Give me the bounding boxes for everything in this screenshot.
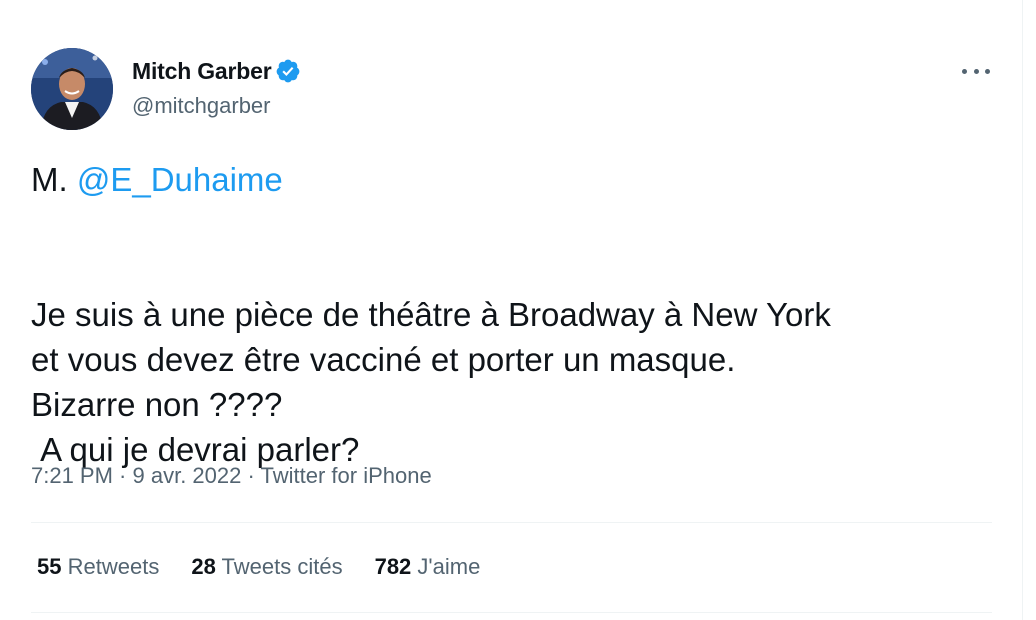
quote-tweets-label: Tweets cités [221,554,343,579]
quote-tweets-stat[interactable]: 28 Tweets cités [191,554,342,580]
mention-link[interactable]: @E_Duhaime [77,161,283,198]
retweets-count: 55 [37,554,62,579]
tweet-source[interactable]: Twitter for iPhone [261,463,432,488]
dot [985,68,990,74]
dot [973,68,979,74]
dot [962,68,967,74]
display-name[interactable]: Mitch Garber [132,58,272,85]
meta-separator: · [112,463,133,488]
more-horizontal-icon[interactable] [962,66,990,76]
quote-tweets-count: 28 [191,554,216,579]
avatar-image [31,48,113,130]
retweets-label: Retweets [67,554,160,579]
retweets-stat[interactable]: 55 Retweets [37,554,159,580]
avatar[interactable] [31,48,113,130]
likes-count: 782 [374,554,412,579]
divider [31,522,992,523]
tweet-time[interactable]: 7:21 PM [31,463,113,488]
likes-label: J'aime [417,554,481,579]
tweet-card: Mitch Garber @mitchgarber M. @E_Duhaime … [0,0,1023,620]
author-row: Mitch Garber [132,57,301,85]
verified-badge-icon [277,59,300,83]
tweet-prefix: M. [31,161,77,198]
tweet-body: Je suis à une pièce de théâtre à Broadwa… [31,296,831,468]
tweet-text: M. @E_Duhaime Je suis à une pièce de thé… [31,157,1006,472]
likes-stat[interactable]: 782 J'aime [375,554,481,580]
tweet-date[interactable]: 9 avr. 2022 [133,463,242,488]
meta-separator: · [241,463,261,488]
engagement-stats: 55 Retweets 28 Tweets cités 782 J'aime [37,554,512,580]
tweet-meta: 7:21 PM · 9 avr. 2022 · Twitter for iPho… [31,463,432,489]
divider [31,612,992,613]
author-handle[interactable]: @mitchgarber [132,93,271,119]
